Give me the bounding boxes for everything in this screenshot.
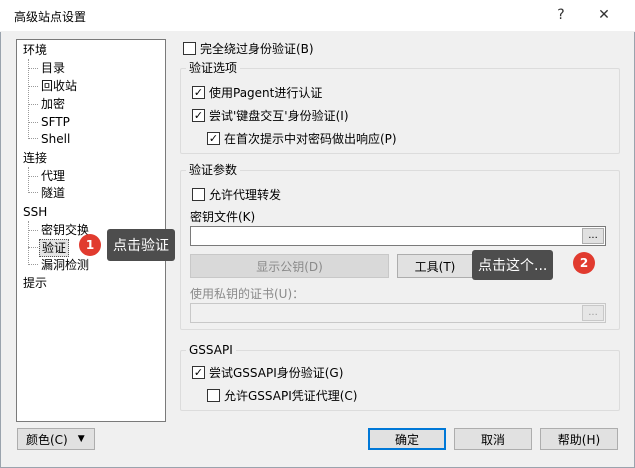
tree-connector <box>28 59 29 137</box>
tree-connector <box>28 264 38 265</box>
tree-item-shell[interactable]: Shell <box>41 131 70 147</box>
tree-item-authentication[interactable]: 验证 <box>39 239 70 257</box>
annotation-badge-1: 1 <box>79 234 101 256</box>
tree-connector <box>28 247 38 248</box>
pageant-label: 使用Pagent进行认证 <box>209 86 323 100</box>
tree-item-environment[interactable]: 环境 <box>23 42 47 58</box>
checkbox-box[interactable] <box>192 188 205 201</box>
tree-connector <box>28 122 38 123</box>
gssapi-delegation-checkbox[interactable]: 允许GSSAPI凭证代理(C) <box>207 387 357 404</box>
try-gssapi-label: 尝试GSSAPI身份验证(G) <box>209 366 344 380</box>
tree-item-ssh[interactable]: SSH <box>23 204 47 220</box>
tree-item-connection[interactable]: 连接 <box>23 150 47 166</box>
color-button[interactable]: 颜色(C) ▼ <box>17 428 95 450</box>
dropdown-arrow-icon: ▼ <box>77 434 85 444</box>
help-button[interactable]: 帮助(H) <box>540 428 618 450</box>
respond-password-label: 在首次提示中对密码做出响应(P) <box>224 132 397 146</box>
cert-browse-button[interactable]: ... <box>582 305 604 321</box>
annotation-badge-2: 2 <box>573 252 595 274</box>
cancel-button[interactable]: 取消 <box>454 428 532 450</box>
tree-connector <box>28 230 38 231</box>
tools-button[interactable]: 工具(T) <box>397 254 473 278</box>
key-file-label: 密钥文件(K) <box>190 210 256 224</box>
tree-item-recycle-bin[interactable]: 回收站 <box>41 78 77 94</box>
show-pubkey-button[interactable]: 显示公钥(D) <box>190 254 389 278</box>
auth-options-title: 验证选项 <box>186 61 241 75</box>
check-icon[interactable]: ✓ <box>192 366 205 379</box>
tree-connector <box>28 176 38 177</box>
key-file-input[interactable] <box>190 226 606 246</box>
tree-item-tunnel[interactable]: 隧道 <box>41 185 65 201</box>
agent-forwarding-label: 允许代理转发 <box>209 188 282 202</box>
gssapi-delegation-label: 允许GSSAPI凭证代理(C) <box>224 389 358 403</box>
tree-item-proxy[interactable]: 代理 <box>41 168 65 184</box>
agent-forwarding-checkbox[interactable]: 允许代理转发 <box>192 186 281 203</box>
tree-item-directories[interactable]: 目录 <box>41 60 65 76</box>
auth-params-title: 验证参数 <box>186 163 241 177</box>
color-button-label: 颜色(C) <box>26 432 68 447</box>
try-gssapi-checkbox[interactable]: ✓ 尝试GSSAPI身份验证(G) <box>192 364 343 381</box>
cert-label: 使用私钥的证书(U)： <box>190 287 305 301</box>
cert-input[interactable] <box>190 303 606 323</box>
tree-connector <box>28 86 38 87</box>
pageant-checkbox[interactable]: ✓ 使用Pagent进行认证 <box>192 84 322 101</box>
tree-item-encryption[interactable]: 加密 <box>41 96 65 112</box>
tree-connector <box>28 221 29 263</box>
checkbox-box[interactable] <box>207 389 220 402</box>
bypass-auth-label: 完全绕过身份验证(B) <box>200 42 314 56</box>
tree-connector <box>28 138 38 139</box>
tree-connector <box>28 192 38 193</box>
bypass-auth-checkbox[interactable]: 完全绕过身份验证(B) <box>183 40 314 57</box>
title-bar: 高级站点设置 ? ✕ <box>0 0 635 32</box>
tree-connector <box>28 167 29 191</box>
close-icon[interactable]: ✕ <box>591 4 617 26</box>
tree-item-bug-detection[interactable]: 漏洞检测 <box>41 257 89 273</box>
help-icon[interactable]: ? <box>548 4 574 26</box>
window-title: 高级站点设置 <box>14 10 87 24</box>
respond-password-checkbox[interactable]: ✓ 在首次提示中对密码做出响应(P) <box>207 130 397 147</box>
gssapi-title: GSSAPI <box>186 343 236 357</box>
key-file-browse-button[interactable]: ... <box>582 228 604 244</box>
ok-button[interactable]: 确定 <box>368 428 446 450</box>
check-icon[interactable]: ✓ <box>207 132 220 145</box>
annotation-tooltip-1: 点击验证 <box>107 229 175 261</box>
check-icon[interactable]: ✓ <box>192 86 205 99</box>
tree-item-key-exchange[interactable]: 密钥交换 <box>41 222 89 238</box>
tree-item-notes[interactable]: 提示 <box>23 275 47 291</box>
tree-item-sftp[interactable]: SFTP <box>41 114 70 130</box>
checkbox-box[interactable] <box>183 42 196 55</box>
tree-connector <box>28 104 38 105</box>
keyboard-interactive-checkbox[interactable]: ✓ 尝试'键盘交互'身份验证(I) <box>192 107 349 124</box>
check-icon[interactable]: ✓ <box>192 109 205 122</box>
tree-connector <box>28 68 38 69</box>
annotation-tooltip-2: 点击这个... <box>472 250 554 280</box>
keyboard-interactive-label: 尝试'键盘交互'身份验证(I) <box>209 109 349 123</box>
